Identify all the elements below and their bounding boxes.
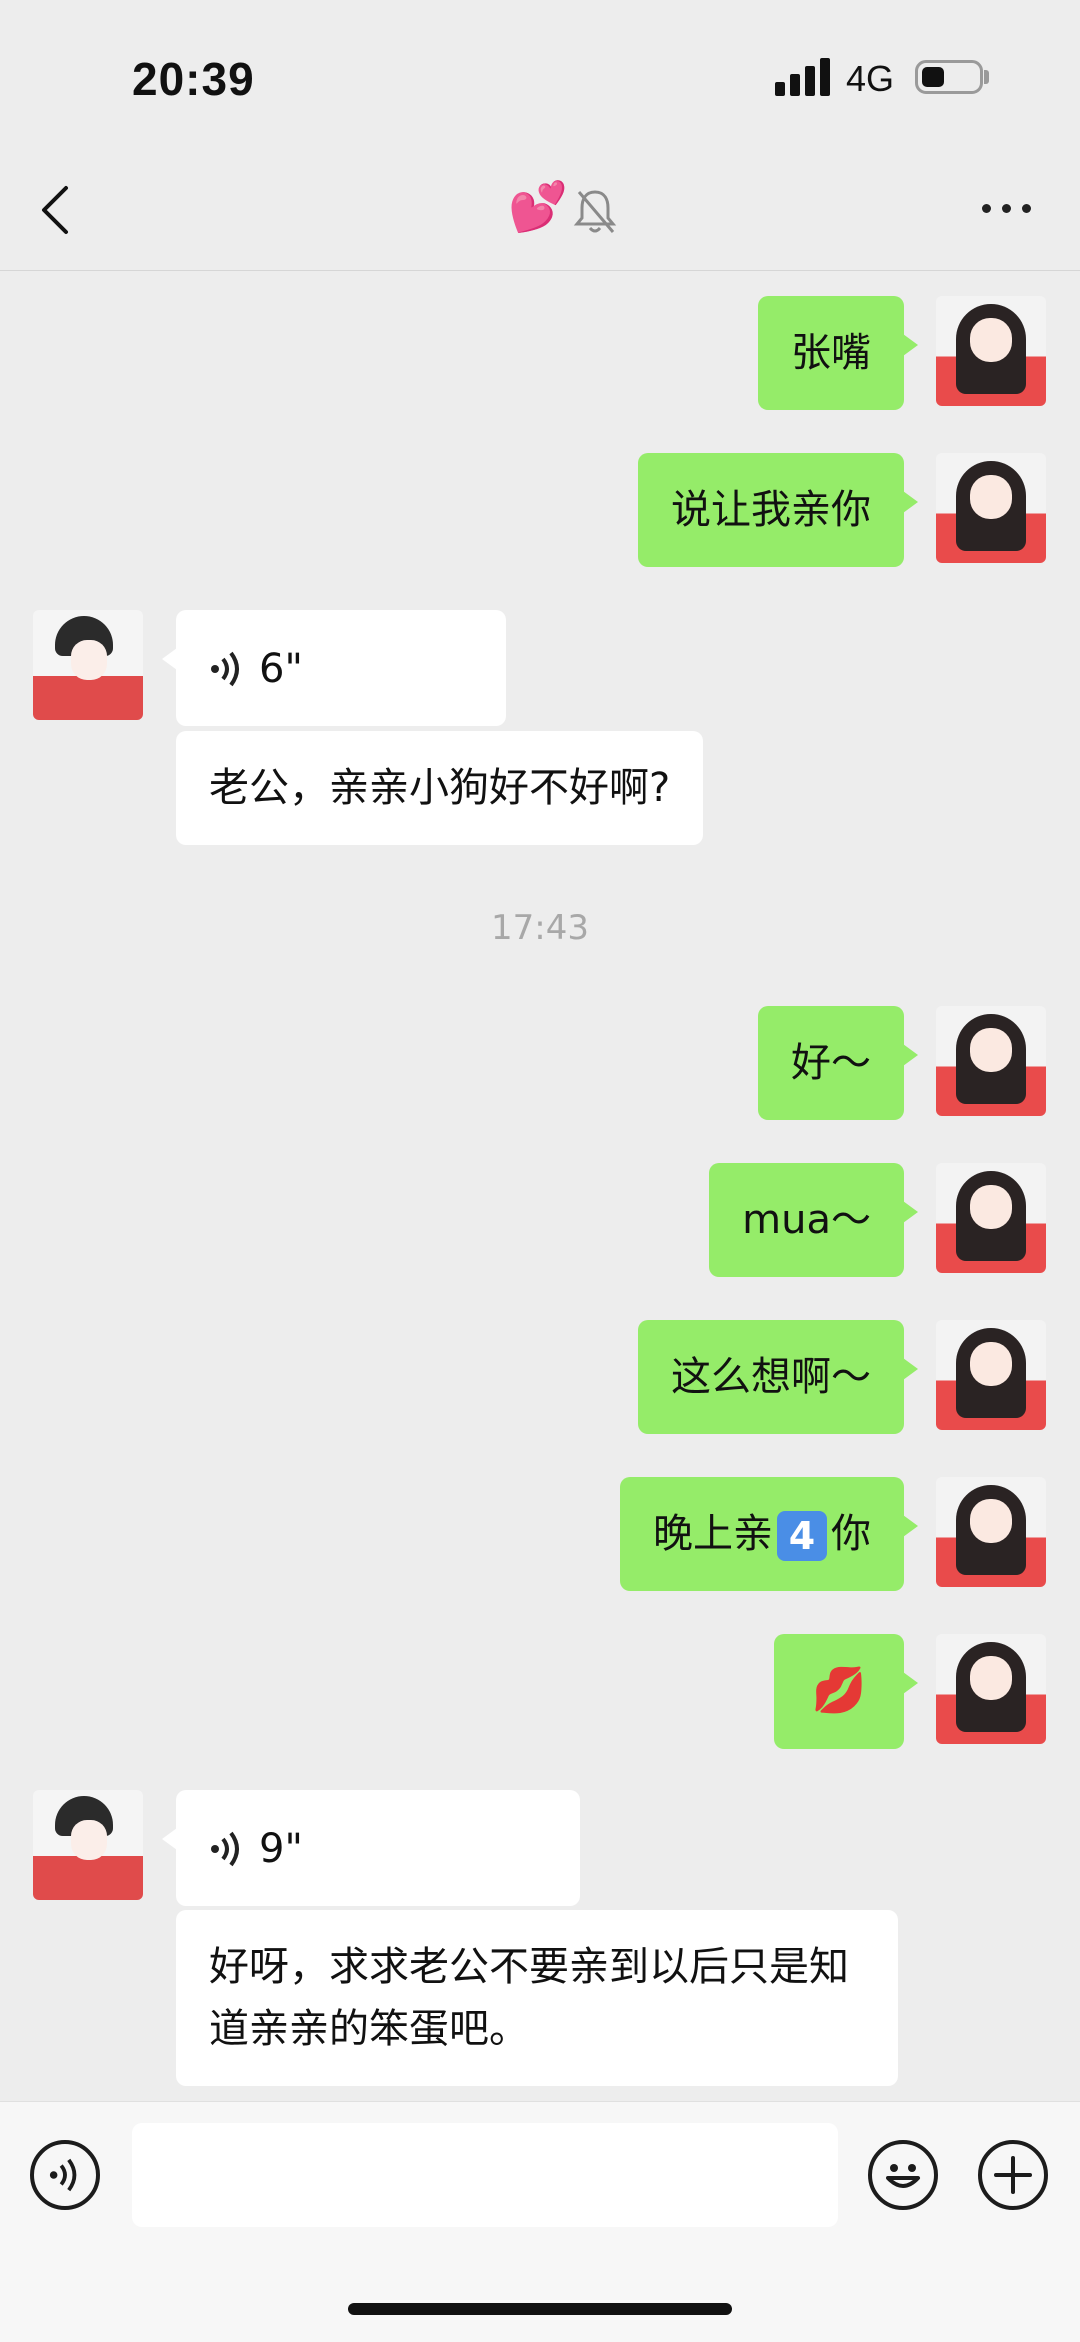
home-indicator[interactable] xyxy=(348,2303,732,2315)
status-time: 20:39 xyxy=(132,53,255,105)
kiss-emoji: 💋 xyxy=(811,1665,867,1716)
signal-icon xyxy=(775,58,831,96)
status-bar: 20:39 4G xyxy=(0,0,1080,150)
bell-off-icon xyxy=(573,190,617,233)
message-text: 晚上亲 xyxy=(653,1511,773,1557)
avatar-self[interactable] xyxy=(936,1320,1046,1430)
smiley-icon xyxy=(886,2164,920,2188)
message-bubble-outgoing[interactable]: 好～ xyxy=(758,1006,918,1120)
chat-header: 💕 xyxy=(0,150,1080,271)
avatar-self[interactable] xyxy=(936,1006,1046,1116)
avatar-self[interactable] xyxy=(936,296,1046,406)
message-bubble-outgoing[interactable]: 这么想啊～ xyxy=(638,1320,918,1434)
avatar-contact[interactable] xyxy=(33,1790,143,1900)
keycap-emoji: 4 xyxy=(777,1511,827,1561)
battery-icon xyxy=(915,60,983,94)
message-input[interactable] xyxy=(132,2123,838,2227)
message-text: 你 xyxy=(831,1511,871,1557)
message-bubble-outgoing[interactable]: mua～ xyxy=(709,1163,918,1277)
message-bubble-outgoing[interactable]: 说让我亲你 xyxy=(638,453,918,567)
voice-input-button[interactable] xyxy=(30,2140,100,2210)
time-divider: 17:43 xyxy=(491,908,589,948)
avatar-self[interactable] xyxy=(936,1163,1046,1273)
message-bubble-outgoing[interactable]: 晚上亲 4 你 xyxy=(620,1477,918,1591)
more-icon[interactable] xyxy=(978,188,1038,228)
voice-wave-icon xyxy=(49,2158,77,2192)
more-actions-button[interactable] xyxy=(978,2140,1048,2210)
network-type: 4G xyxy=(846,58,895,99)
voice-wave-icon xyxy=(211,1831,239,1867)
avatar-contact[interactable] xyxy=(33,610,143,720)
message-bubble-outgoing[interactable]: 💋 xyxy=(774,1634,918,1749)
avatar-self[interactable] xyxy=(936,1634,1046,1744)
emoji-button[interactable] xyxy=(868,2140,938,2210)
avatar-self[interactable] xyxy=(936,1477,1046,1587)
message-bubble-incoming[interactable]: 好呀，求求老公不要亲到以后只是知道亲亲的笨蛋吧。 xyxy=(176,1910,898,2086)
plus-icon xyxy=(994,2156,1032,2194)
voice-duration: 6" xyxy=(259,646,303,692)
message-bubble-outgoing[interactable]: 张嘴 xyxy=(758,296,918,410)
chat-title: 💕 xyxy=(508,179,568,235)
voice-duration: 9" xyxy=(259,1826,303,1872)
avatar-self[interactable] xyxy=(936,453,1046,563)
voice-message-bubble[interactable]: 6" xyxy=(162,610,506,726)
voice-wave-icon xyxy=(211,651,239,687)
battery-cap xyxy=(984,70,989,84)
message-bubble-incoming[interactable]: 老公，亲亲小狗好不好啊? xyxy=(176,731,704,845)
back-icon[interactable] xyxy=(36,182,76,238)
voice-message-bubble[interactable]: 9" xyxy=(162,1790,580,1906)
